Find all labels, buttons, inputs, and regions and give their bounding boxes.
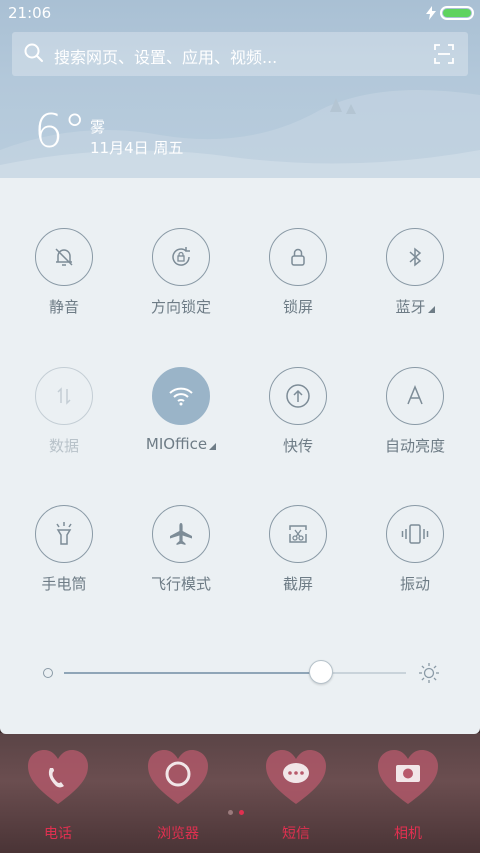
data-arrows-icon — [57, 387, 71, 405]
tile-circle — [35, 505, 93, 563]
tile-label-text: 蓝牙 — [395, 298, 426, 316]
tile-label: 静音 — [48, 298, 79, 316]
menu-arrow-icon[interactable] — [209, 443, 217, 450]
tile-rotation-lock[interactable]: 方向锁定 — [131, 228, 231, 317]
tile-silent[interactable]: 静音 — [14, 228, 114, 317]
tile-label: MIOffice — [145, 435, 217, 453]
bolt-icon — [426, 6, 436, 20]
status-icons — [426, 6, 474, 20]
tile-label: 快传 — [282, 437, 313, 455]
status-time: 21:06 — [8, 4, 52, 22]
weather-condition: 雾 — [90, 118, 106, 136]
quick-settings-panel: 静音 方向锁定 锁屏 蓝牙 数据 MIOffice 快传 自动亮度 手电筒 飞行… — [0, 178, 480, 734]
message-icon — [266, 750, 326, 804]
auto-brightness-icon — [407, 385, 423, 405]
phone-icon — [28, 750, 88, 804]
search-icon — [24, 43, 43, 62]
search-input[interactable]: 搜索网页、设置、应用、视频... — [12, 32, 468, 76]
weather-temperature[interactable]: 6° — [34, 108, 86, 154]
battery-indicator — [440, 6, 474, 20]
tile-wifi[interactable]: MIOffice — [131, 367, 231, 453]
tile-label: 自动亮度 — [384, 437, 445, 455]
upload-icon — [286, 384, 310, 408]
screenshot-icon — [289, 525, 307, 543]
tile-label: 数据 — [48, 437, 79, 455]
tile-circle — [269, 505, 327, 563]
tile-label: 飞行模式 — [150, 575, 211, 593]
tile-label: 振动 — [399, 575, 430, 593]
dock-browser[interactable] — [138, 748, 218, 810]
dock-label-message: 短信 — [282, 826, 310, 842]
tile-quick-transfer[interactable]: 快传 — [248, 367, 348, 456]
search-placeholder: 搜索网页、设置、应用、视频... — [54, 48, 278, 67]
tile-label: 方向锁定 — [150, 298, 211, 316]
tile-circle — [35, 367, 93, 425]
brightness-fill — [64, 672, 321, 674]
tile-circle — [152, 228, 210, 286]
tile-label: 手电筒 — [41, 575, 87, 593]
brightness-slider[interactable] — [40, 658, 444, 688]
tile-circle — [386, 505, 444, 563]
tile-flashlight[interactable]: 手电筒 — [14, 505, 114, 594]
camera-icon — [378, 750, 438, 804]
page-dot-active — [239, 810, 244, 815]
flashlight-icon — [56, 522, 72, 545]
bluetooth-icon — [409, 247, 422, 267]
tile-circle — [269, 367, 327, 425]
brightness-high-icon — [419, 663, 439, 683]
dock-label-phone: 电话 — [44, 826, 72, 842]
weather-date: 11月4日 周五 — [90, 139, 184, 157]
tile-lock-screen[interactable]: 锁屏 — [248, 228, 348, 317]
tile-airplane-mode[interactable]: 飞行模式 — [131, 505, 231, 594]
airplane-icon — [170, 523, 192, 545]
dock-phone[interactable] — [18, 748, 98, 810]
browser-icon — [148, 750, 208, 804]
tile-label: 锁屏 — [282, 298, 313, 316]
lock-icon — [291, 248, 305, 266]
dock-label-camera: 相机 — [394, 826, 422, 842]
vibrate-icon — [401, 524, 429, 544]
tile-label: 截屏 — [282, 575, 313, 593]
tile-vibrate[interactable]: 振动 — [365, 505, 465, 594]
brightness-low-icon — [43, 668, 53, 678]
tile-screenshot[interactable]: 截屏 — [248, 505, 348, 594]
page-indicator — [228, 810, 244, 815]
dock-camera[interactable] — [368, 748, 448, 810]
tile-label-text: MIOffice — [145, 435, 208, 453]
menu-arrow-icon[interactable] — [427, 306, 435, 313]
scan-icon[interactable] — [434, 44, 454, 64]
tile-circle — [386, 367, 444, 425]
dock-label-browser: 浏览器 — [157, 826, 199, 842]
rotation-lock-icon — [172, 247, 190, 266]
status-bar: 21:06 — [0, 0, 480, 28]
brightness-thumb[interactable] — [308, 660, 333, 684]
tile-circle — [269, 228, 327, 286]
tile-circle — [152, 367, 210, 425]
bell-off-icon — [55, 248, 73, 266]
tile-bluetooth[interactable]: 蓝牙 — [365, 228, 465, 317]
notification-header: 21:06 搜索网页、设置、应用、视频... 6° 雾 11月4日 周五 — [0, 0, 480, 180]
dock-message[interactable] — [256, 748, 336, 810]
tile-mobile-data[interactable]: 数据 — [14, 367, 114, 456]
tile-circle — [35, 228, 93, 286]
wifi-icon — [169, 387, 193, 406]
tile-auto-brightness[interactable]: 自动亮度 — [365, 367, 465, 456]
page-dot — [228, 810, 233, 815]
tile-label: 蓝牙 — [395, 296, 435, 317]
brightness-track[interactable] — [64, 672, 406, 674]
battery-fill — [443, 9, 471, 17]
tile-circle — [386, 228, 444, 286]
tile-circle — [152, 505, 210, 563]
